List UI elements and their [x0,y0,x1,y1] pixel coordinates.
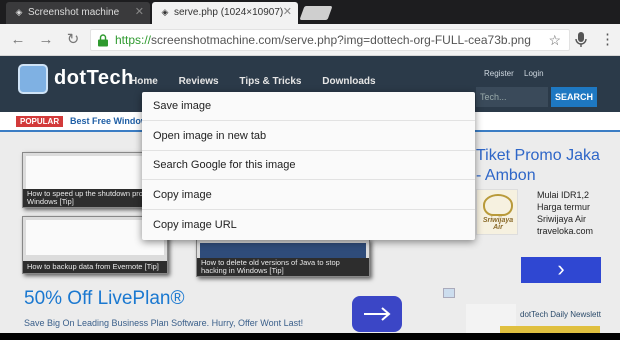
travel-line: Harga termur [537,202,591,212]
newsletter-strip [500,326,600,333]
star-icon[interactable]: ☆ [548,32,561,49]
brand-text: Sriwijaya Air [482,217,514,231]
ad-headline[interactable]: 50% Off LivePlan® [24,288,184,310]
wing-icon [483,194,513,216]
reload-icon[interactable]: ↻ [63,30,83,50]
menu-item-open-new-tab[interactable]: Open image in new tab [142,122,475,151]
travel-line: Mulai IDR1,2 [537,190,590,200]
site-logo-text[interactable]: dotTech [54,67,134,90]
nav-home[interactable]: Home [130,76,158,87]
adchoices-icon[interactable] [443,288,455,298]
close-tab-icon[interactable]: ✕ [283,2,292,22]
tab-serve-php[interactable]: ◈ serve.php (1024×10907) ✕ [152,2,298,24]
forward-arrow-icon[interactable]: → [36,30,56,50]
dottech-logo-icon[interactable] [18,64,48,94]
thumbnail-caption: How to backup data from Evernote [Tip] [23,261,167,273]
mic-icon[interactable] [574,30,588,50]
back-arrow-icon[interactable]: ← [8,30,28,50]
arrow-right-icon[interactable] [352,296,402,332]
user-links: Register Login [484,69,552,78]
tab-strip: ◈ Screenshot machine ✕ ◈ serve.php (1024×1… [0,0,620,24]
lock-icon [98,34,108,47]
nav-downloads[interactable]: Downloads [322,76,375,87]
address-bar[interactable]: https://screenshotmachine.com/serve.php?… [90,29,570,51]
thumbnail-image [200,243,366,258]
main-nav: Home Reviews Tips & Tricks Downloads [130,76,394,87]
travel-ad-title[interactable]: Tiket Promo Jaka - Ambon [476,146,600,186]
thumbnail-caption: How to delete old versions of Java to st… [197,258,369,276]
browser-window: ◈ Screenshot machine ✕ ◈ serve.php (1024×1… [0,0,620,340]
close-tab-icon[interactable]: ✕ [135,2,144,22]
newsletter-title: dotTech Daily Newslett [520,310,601,319]
bottom-bar [0,333,620,340]
register-link[interactable]: Register [484,69,514,78]
menu-item-copy-image[interactable]: Copy image [142,181,475,210]
site-search-button[interactable]: SEARCH [551,87,597,107]
login-link[interactable]: Login [524,69,544,78]
url-rest: screenshotmachine.com/serve.php?img=dott… [151,33,531,47]
article-thumbnail[interactable]: How to delete old versions of Java to st… [196,239,370,277]
travel-title-line2: - Ambon [476,167,536,184]
toolbar: ← → ↻ https://screenshotmachine.com/serv… [0,24,620,56]
new-tab-button[interactable] [299,6,333,20]
url-text: https://screenshotmachine.com/serve.php?… [115,33,531,47]
travel-ad-text: Mulai IDR1,2 Harga termur Sriwijaya Air … [537,189,593,237]
nav-tips[interactable]: Tips & Tricks [239,76,301,87]
popular-link[interactable]: Best Free Window [70,116,148,126]
menu-item-search-google[interactable]: Search Google for this image [142,151,475,180]
sriwijaya-logo: Sriwijaya Air [476,189,518,235]
menu-item-copy-image-url[interactable]: Copy image URL [142,211,475,240]
travel-next-button[interactable] [521,257,601,283]
travel-title-line1: Tiket Promo Jaka [476,147,600,164]
tab-title: serve.php (1024×10907) [174,7,284,18]
globe-icon: ◈ [15,7,23,17]
url-scheme: https:// [115,33,152,47]
popular-label: POPULAR [16,116,64,127]
tab-screenshot-machine[interactable]: ◈ Screenshot machine ✕ [6,2,150,24]
context-menu: Save image Open image in new tab Search … [142,92,475,240]
travel-line: traveloka.com [537,226,594,236]
nav-reviews[interactable]: Reviews [179,76,219,87]
tab-title: Screenshot machine [28,7,120,18]
kebab-menu-icon[interactable]: ⋮ [600,31,615,51]
site-search-input[interactable]: Tech... [476,87,548,107]
travel-line: Sriwijaya Air [537,214,587,224]
menu-item-save-image[interactable]: Save image [142,92,475,121]
ad-subtitle: Save Big On Leading Business Plan Softwa… [24,318,304,328]
globe-icon: ◈ [161,7,169,17]
